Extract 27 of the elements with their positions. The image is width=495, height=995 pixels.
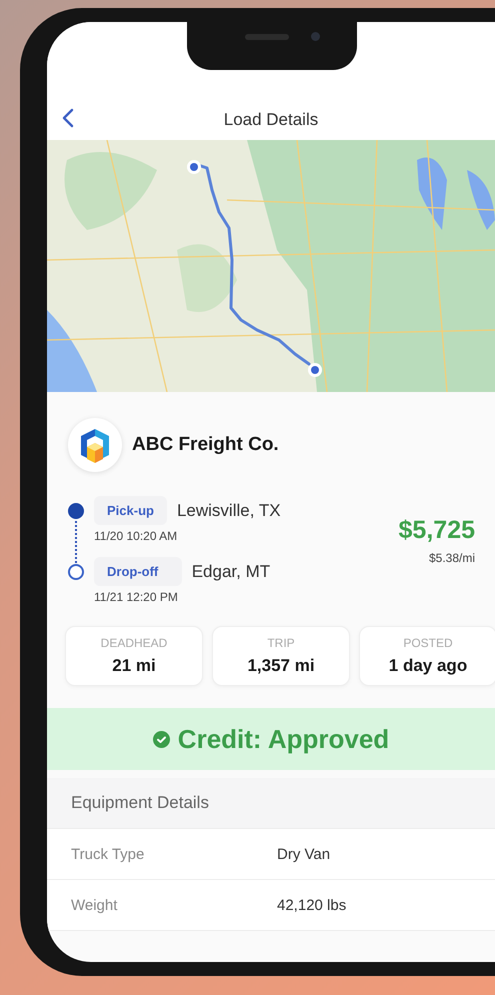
stat-label: DEADHEAD (100, 636, 168, 650)
stop-marker-icon (68, 564, 84, 580)
stat-value: 1,357 mi (247, 656, 315, 676)
credit-status: Credit: Approved (178, 724, 390, 754)
detail-value: Dry Van (277, 846, 332, 862)
stop-time: 11/21 12:20 PM (94, 590, 179, 604)
stat-label: TRIP (267, 636, 295, 650)
stop-type-label: Pick-up (94, 496, 167, 525)
stop-marker-icon (68, 502, 84, 518)
check-circle-icon (152, 730, 170, 748)
price-per-mile: $5.38/mi (428, 551, 475, 565)
load-price: $5,725 (398, 516, 475, 545)
stat-value: 1 day ago (388, 656, 468, 676)
company-name: ABC Freight Co. (132, 434, 279, 456)
stop-location: Edgar, MT (192, 562, 272, 582)
stop-time: 11/20 10:20 AM (94, 529, 178, 543)
stop-location: Lewisville, TX (176, 500, 281, 520)
stat-value: 21 mi (112, 656, 156, 676)
detail-label: Truck Type (71, 846, 146, 862)
detail-label: Weight (71, 896, 118, 914)
section-header: Equipment Details (47, 778, 495, 829)
stat-label: POSTED (403, 636, 453, 650)
stop-type-label: Drop-off (94, 557, 182, 586)
detail-value: 42,120 lbs (277, 896, 348, 914)
screen-title: Load Details (224, 110, 318, 130)
company-logo (68, 418, 122, 472)
back-chevron-icon (61, 108, 75, 128)
